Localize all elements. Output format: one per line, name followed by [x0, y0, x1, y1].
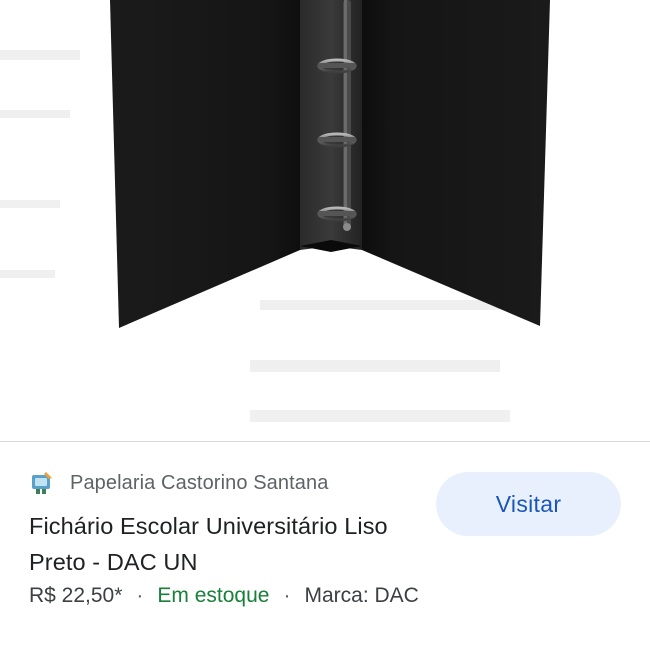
product-image[interactable]	[0, 0, 650, 441]
meta-separator: ·	[136, 584, 144, 607]
product-price: R$ 22,50*	[29, 584, 123, 607]
divider	[0, 441, 650, 442]
merchant-row[interactable]: Papelaria Castorino Santana	[30, 468, 328, 498]
product-result-card: Papelaria Castorino Santana Fichário Esc…	[0, 0, 650, 650]
binder-illustration	[0, 0, 550, 422]
product-meta: R$ 22,50* · Em estoque · Marca: DAC	[29, 580, 419, 612]
availability-status: Em estoque	[157, 584, 270, 607]
merchant-name: Papelaria Castorino Santana	[70, 471, 329, 494]
product-brand: Marca: DAC	[304, 584, 419, 607]
product-title[interactable]: Fichário Escolar Universitário Liso Pret…	[29, 508, 429, 580]
shop-favicon-icon	[30, 470, 56, 496]
binder-left-cover	[110, 0, 300, 328]
binder-right-cover	[362, 0, 550, 326]
visit-button[interactable]: Visitar	[436, 472, 621, 536]
meta-separator: ·	[283, 584, 291, 607]
